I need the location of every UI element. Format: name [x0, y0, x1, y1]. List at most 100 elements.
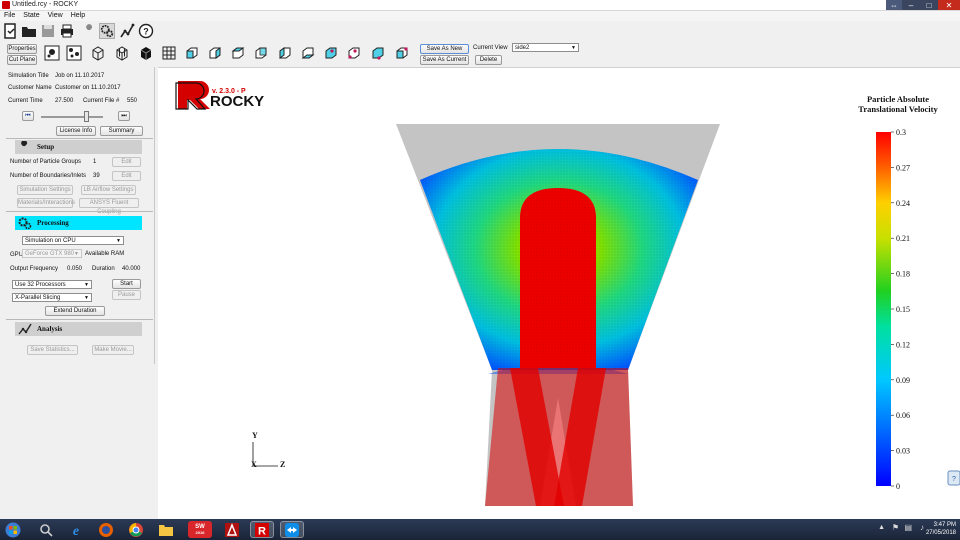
close-button[interactable]: ✕: [938, 0, 960, 10]
flag-icon[interactable]: ⚑: [892, 523, 899, 532]
simulation-title-value[interactable]: Job on 11.10.2017: [55, 72, 104, 80]
cube-view-6-icon[interactable]: [299, 44, 317, 62]
rocky-app-icon: [2, 1, 10, 9]
simulation-title-label: Simulation Title: [8, 73, 49, 79]
network-icon[interactable]: ▤: [904, 523, 912, 532]
processing-gears-icon[interactable]: [99, 23, 115, 39]
window-title: Untitled.rcy - ROCKY: [12, 1, 79, 8]
start-button[interactable]: Start: [112, 279, 141, 289]
start-orb-icon[interactable]: [2, 521, 24, 538]
help-icon[interactable]: ?: [138, 23, 154, 39]
delete-view-button[interactable]: Delete: [475, 55, 502, 65]
menu-file[interactable]: File: [4, 11, 15, 21]
internet-explorer-icon[interactable]: e: [64, 521, 88, 538]
cube-view-2-icon[interactable]: [206, 44, 224, 62]
ansys-fluent-coupling-button[interactable]: ANSYS Fluent Coupling: [79, 198, 139, 215]
maximize-button[interactable]: □: [920, 0, 938, 10]
customer-name-value[interactable]: Customer on 11.10.2017: [55, 84, 121, 92]
menu-state[interactable]: State: [23, 11, 39, 21]
gpu-select[interactable]: GeForce GTX 980 ▼: [22, 249, 82, 258]
wrench-icon[interactable]: [80, 23, 96, 39]
solidworks-icon[interactable]: SW 2016: [188, 521, 212, 538]
firefox-icon[interactable]: [94, 521, 118, 538]
solid-cube-icon[interactable]: [137, 44, 155, 62]
duration-label: Duration: [92, 266, 115, 272]
particle-groups-label: Number of Particle Groups: [10, 159, 82, 165]
new-project-icon[interactable]: [2, 23, 18, 39]
cube-view-10-icon[interactable]: [393, 44, 411, 62]
tray-arrow-icon[interactable]: ▲: [878, 524, 885, 531]
open-folder-icon[interactable]: [21, 23, 37, 39]
simulation-settings-button[interactable]: Simulation Settings: [17, 185, 73, 195]
menu-view[interactable]: View: [48, 11, 63, 21]
cube-view-9-icon[interactable]: [369, 44, 387, 62]
current-view-select[interactable]: side2 ▼: [512, 43, 579, 52]
search-icon[interactable]: [34, 521, 58, 538]
colorbar-tick-label: 0: [896, 482, 900, 491]
time-slider-track[interactable]: [41, 116, 103, 118]
teamviewer-icon[interactable]: [280, 521, 304, 538]
simulation-mode-select[interactable]: Simulation on CPU ▼: [22, 236, 124, 245]
cube-view-8-icon[interactable]: [345, 44, 363, 62]
colorbar-tick-label: 0.18: [896, 270, 910, 279]
slicing-value: X-Parallel Slicing: [15, 295, 61, 301]
summary-button[interactable]: Summary: [100, 126, 143, 136]
analysis-curve-icon[interactable]: [119, 23, 135, 39]
wireframe-cube-icon[interactable]: [89, 44, 107, 62]
clock-date[interactable]: 27/05/2018: [926, 529, 956, 537]
clock-time[interactable]: 3:47 PM: [926, 521, 956, 529]
particles-icon[interactable]: [43, 44, 61, 62]
properties-button[interactable]: Properties: [7, 44, 37, 54]
processing-title: Processing: [37, 219, 69, 227]
processing-header[interactable]: Processing: [15, 216, 142, 230]
current-file-value: 550: [127, 98, 138, 104]
slicing-select[interactable]: X-Parallel Slicing ▼: [12, 293, 92, 302]
save-as-current-button[interactable]: Save As Current: [420, 55, 469, 65]
pause-button[interactable]: Pause: [112, 290, 141, 300]
edit-boundaries-button[interactable]: Edit: [112, 171, 141, 181]
customer-name-label: Customer Name: [8, 85, 52, 91]
file-explorer-icon[interactable]: [154, 521, 178, 538]
license-info-button[interactable]: License Info: [56, 126, 96, 136]
simulation-render[interactable]: ROCKY v. 2.3.0 - P Particle Absolute Tra…: [158, 68, 960, 520]
materials-interactions-button[interactable]: Materials/Interactions: [17, 198, 75, 208]
output-frequency-value[interactable]: 0.050: [67, 265, 82, 273]
setup-header[interactable]: Setup: [15, 140, 142, 154]
svg-text:R: R: [258, 525, 266, 537]
extend-duration-button[interactable]: Extend Duration: [45, 306, 105, 316]
minimize-button[interactable]: –: [902, 0, 920, 10]
volume-icon[interactable]: ♪: [920, 523, 924, 532]
window-arrows-icon[interactable]: ⇔: [886, 0, 902, 10]
rocky-icon[interactable]: R: [250, 521, 274, 538]
menu-help[interactable]: Help: [71, 11, 85, 21]
last-frame-button[interactable]: ⏭: [118, 111, 130, 121]
logo-version: v. 2.3.0 - P: [212, 88, 246, 95]
cube-view-1-icon[interactable]: [183, 44, 201, 62]
save-as-new-button[interactable]: Save As New: [420, 44, 469, 54]
time-slider-thumb[interactable]: [84, 111, 89, 122]
cube-view-7-icon[interactable]: [322, 44, 340, 62]
mesh-cube-icon[interactable]: [113, 44, 131, 62]
ansys-icon[interactable]: [220, 521, 244, 538]
particle-group-icon[interactable]: [65, 44, 83, 62]
cut-plane-button[interactable]: Cut Plane: [7, 55, 37, 65]
first-frame-button[interactable]: ⏮: [22, 111, 34, 121]
chevron-down-icon: ▼: [571, 45, 576, 51]
grid-icon[interactable]: [160, 44, 178, 62]
cube-view-5-icon[interactable]: [276, 44, 294, 62]
edit-particle-groups-button[interactable]: Edit: [112, 157, 141, 167]
cube-view-4-icon[interactable]: [252, 44, 270, 62]
cube-view-3-icon[interactable]: [229, 44, 247, 62]
lb-airflow-settings-button[interactable]: LB Airflow Settings: [81, 185, 136, 195]
duration-value[interactable]: 40.000: [122, 265, 140, 273]
print-icon[interactable]: [59, 23, 75, 39]
3d-viewport[interactable]: ROCKY v. 2.3.0 - P Particle Absolute Tra…: [158, 67, 960, 519]
chrome-icon[interactable]: [124, 521, 148, 538]
feedback-icon[interactable]: ?: [947, 470, 960, 486]
analysis-header[interactable]: Analysis: [15, 322, 142, 336]
processors-select[interactable]: Use 32 Processors ▼: [12, 280, 92, 289]
save-icon[interactable]: [40, 23, 56, 39]
save-statistics-button[interactable]: Save Statistics...: [27, 345, 78, 355]
current-view-label: Current View: [473, 45, 508, 51]
make-movie-button[interactable]: Make Movie...: [92, 345, 134, 355]
